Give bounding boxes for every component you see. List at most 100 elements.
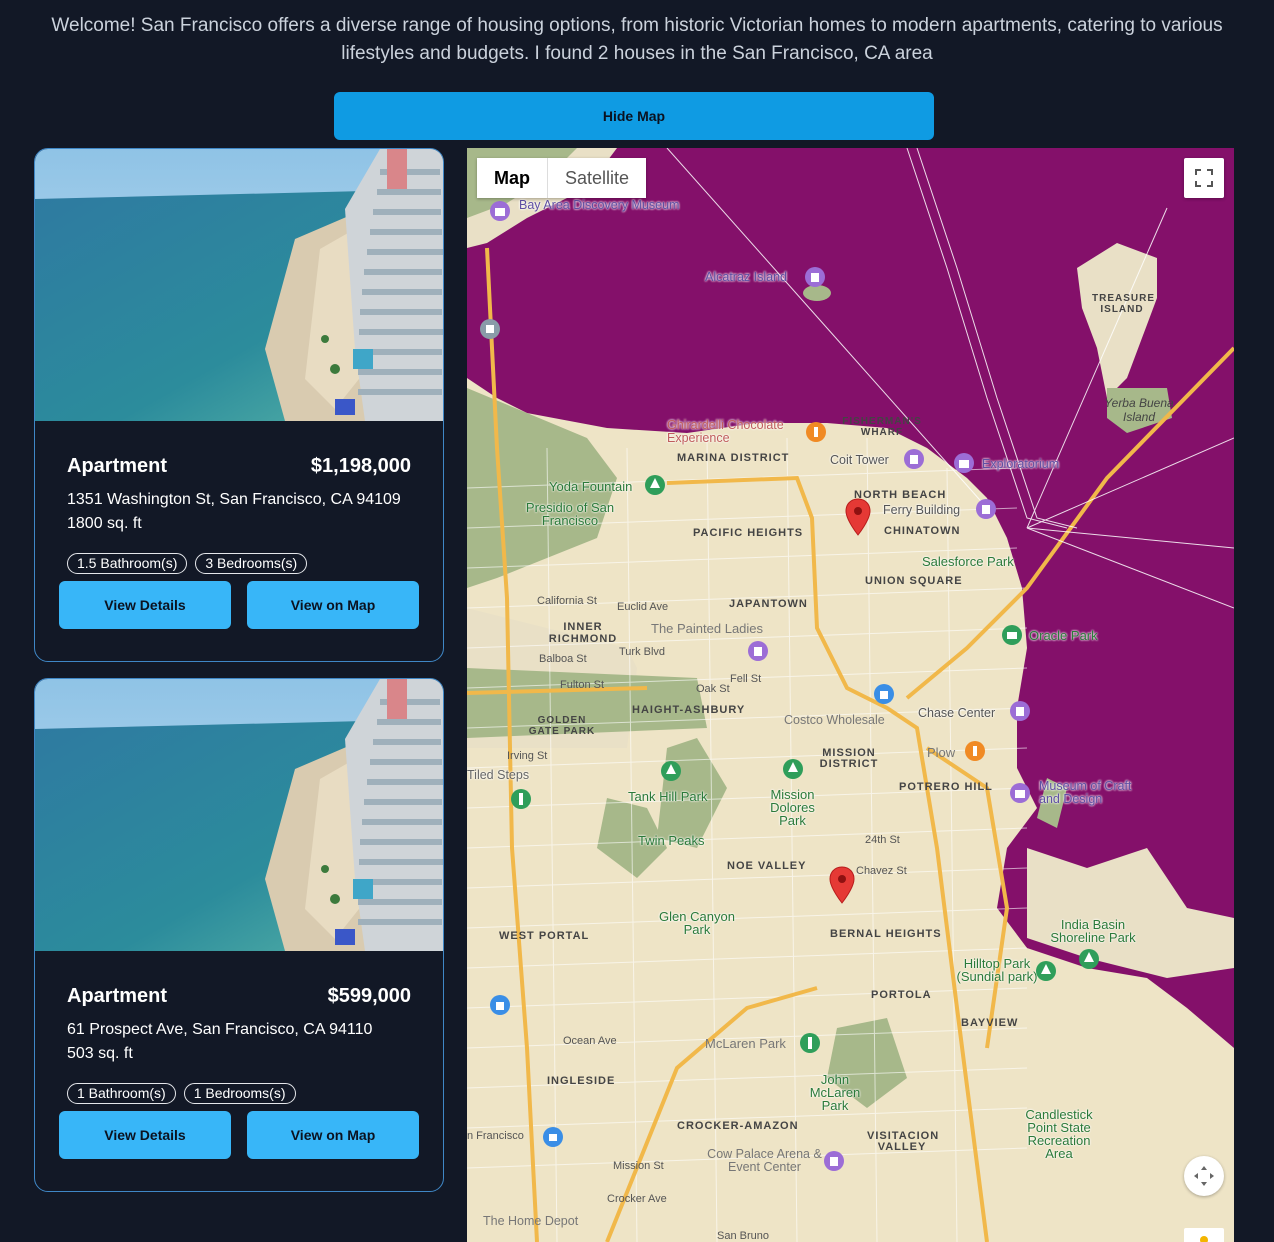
map-label[interactable]: Bay Area Discovery Museum bbox=[519, 198, 679, 212]
map-label: TREASURE ISLAND bbox=[1092, 293, 1156, 315]
map-label: n Francisco bbox=[467, 1130, 524, 1142]
map-label[interactable]: India Basin Shoreline Park bbox=[1043, 918, 1143, 944]
camera-control-button[interactable] bbox=[1184, 1156, 1224, 1196]
map-label: HAIGHT-ASHBURY bbox=[632, 704, 746, 716]
map-label[interactable]: Ferry Building bbox=[883, 503, 960, 517]
view-on-map-button[interactable]: View on Map bbox=[247, 581, 419, 629]
landmark-icon[interactable] bbox=[804, 266, 826, 288]
map-label: CHINATOWN bbox=[884, 525, 961, 537]
map-label: Euclid Ave bbox=[617, 601, 669, 613]
park-icon[interactable] bbox=[1035, 960, 1057, 982]
stadium-icon[interactable] bbox=[1001, 624, 1023, 646]
listing-card: Apartment $1,198,000 1351 Washington St,… bbox=[34, 148, 444, 662]
map-label: WEST PORTAL bbox=[499, 930, 590, 942]
transit-icon[interactable] bbox=[479, 318, 501, 340]
map-label[interactable]: Coit Tower bbox=[830, 453, 889, 467]
shopping-icon[interactable] bbox=[873, 683, 895, 705]
listing-price: $599,000 bbox=[327, 985, 411, 1007]
map-label: Fulton St bbox=[560, 679, 605, 691]
listing-address: 61 Prospect Ave, San Francisco, CA 94110 bbox=[67, 1021, 373, 1038]
map-label[interactable]: Yoda Fountain bbox=[549, 479, 632, 494]
map-label[interactable]: Candlestick Point State Recreation Area bbox=[1019, 1108, 1099, 1160]
map-label: Mission St bbox=[613, 1160, 664, 1172]
street-view-pegman[interactable] bbox=[1184, 1228, 1224, 1242]
landmark-icon[interactable] bbox=[903, 448, 925, 470]
map-label: Fell St bbox=[730, 673, 762, 685]
map-label: JAPANTOWN bbox=[729, 598, 808, 610]
map-label: PORTOLA bbox=[871, 989, 932, 1001]
museum-icon[interactable] bbox=[489, 200, 511, 222]
trail-icon[interactable] bbox=[510, 788, 532, 810]
park-icon[interactable] bbox=[1078, 948, 1100, 970]
map-type-map[interactable]: Map bbox=[477, 158, 548, 198]
map-label[interactable]: Twin Peaks bbox=[638, 833, 704, 848]
trail-icon[interactable] bbox=[799, 1032, 821, 1054]
park-icon[interactable] bbox=[644, 474, 666, 496]
listing-photo[interactable] bbox=[35, 679, 443, 951]
pegman-icon bbox=[1200, 1236, 1208, 1242]
landmark-icon[interactable] bbox=[975, 498, 997, 520]
map-label: Turk Blvd bbox=[619, 646, 666, 658]
map-label: BAYVIEW bbox=[961, 1017, 1019, 1029]
shopping-cart-icon[interactable] bbox=[542, 1126, 564, 1148]
map-type-satellite[interactable]: Satellite bbox=[548, 158, 646, 198]
map-label[interactable]: Tank Hill Park bbox=[628, 789, 707, 804]
map-label[interactable]: Glen Canyon Park bbox=[657, 910, 737, 936]
restaurant-icon[interactable] bbox=[805, 421, 827, 443]
map-label: MISSION DISTRICT bbox=[819, 747, 879, 770]
shopping-icon[interactable] bbox=[489, 994, 511, 1016]
map[interactable]: Bay Area Discovery Museum Alcatraz Islan… bbox=[467, 148, 1234, 1242]
view-on-map-button[interactable]: View on Map bbox=[247, 1111, 419, 1159]
map-label[interactable]: Costco Wholesale bbox=[784, 713, 885, 727]
map-label: GOLDEN GATE PARK bbox=[528, 715, 596, 737]
map-label: California St bbox=[537, 595, 597, 607]
park-icon[interactable] bbox=[660, 760, 682, 782]
listing-marker-1[interactable] bbox=[845, 498, 871, 536]
map-label: POTRERO HILL bbox=[899, 781, 993, 793]
map-label: Chavez St bbox=[856, 865, 907, 877]
map-label[interactable]: Tiled Steps bbox=[467, 768, 529, 782]
map-label: MARINA DISTRICT bbox=[677, 452, 790, 464]
hide-map-button[interactable]: Hide Map bbox=[334, 92, 934, 140]
listing-photo[interactable] bbox=[35, 149, 443, 421]
map-label[interactable]: Museum of Craft and Design bbox=[1039, 780, 1149, 806]
listing-marker-2[interactable] bbox=[829, 866, 855, 904]
museum-icon[interactable] bbox=[1009, 782, 1031, 804]
map-label: NOE VALLEY bbox=[727, 860, 807, 872]
map-label[interactable]: McLaren Park bbox=[705, 1036, 786, 1051]
map-label: Yerba Buena Island bbox=[1104, 396, 1174, 424]
landmark-icon[interactable] bbox=[747, 640, 769, 662]
map-label[interactable]: Hilltop Park (Sundial park) bbox=[952, 957, 1042, 983]
museum-icon[interactable] bbox=[953, 452, 975, 474]
listing-price: $1,198,000 bbox=[310, 455, 411, 477]
listing-sqft: 503 sq. ft bbox=[67, 1045, 133, 1062]
map-label[interactable]: The Home Depot bbox=[483, 1214, 578, 1228]
move-arrows-icon bbox=[1194, 1166, 1214, 1186]
fullscreen-button[interactable] bbox=[1184, 158, 1224, 198]
map-label[interactable]: Plow bbox=[927, 745, 955, 760]
map-label[interactable]: Alcatraz Island bbox=[705, 270, 787, 284]
map-label[interactable]: The Painted Ladies bbox=[651, 621, 763, 636]
map-label: FISHERMAN'S WHARF bbox=[842, 416, 922, 438]
view-details-button[interactable]: View Details bbox=[59, 581, 231, 629]
map-label[interactable]: Presidio of San Francisco bbox=[515, 501, 625, 527]
park-icon[interactable] bbox=[782, 758, 804, 780]
map-label[interactable]: Exploratorium bbox=[982, 457, 1059, 471]
map-label[interactable]: Chase Center bbox=[918, 706, 995, 720]
bedrooms-badge: 1 Bedrooms(s) bbox=[183, 1083, 296, 1104]
map-label[interactable]: Oracle Park bbox=[1029, 628, 1098, 643]
map-label: San Bruno bbox=[717, 1230, 769, 1242]
map-label[interactable]: Cow Palace Arena & Event Center bbox=[702, 1148, 827, 1174]
stadium-icon[interactable] bbox=[823, 1150, 845, 1172]
map-label: Balboa St bbox=[539, 653, 587, 665]
stadium-icon[interactable] bbox=[1009, 700, 1031, 722]
map-label[interactable]: Ghirardelli Chocolate Experience bbox=[667, 419, 807, 445]
restaurant-icon[interactable] bbox=[964, 740, 986, 762]
bathrooms-badge: 1.5 Bathroom(s) bbox=[67, 553, 188, 574]
map-label[interactable]: Salesforce Park bbox=[922, 554, 1014, 569]
view-details-button[interactable]: View Details bbox=[59, 1111, 231, 1159]
map-label[interactable]: Mission Dolores Park bbox=[755, 788, 830, 827]
map-label: Irving St bbox=[507, 750, 548, 762]
map-label[interactable]: John McLaren Park bbox=[795, 1073, 875, 1112]
bathrooms-badge: 1 Bathroom(s) bbox=[67, 1083, 176, 1104]
